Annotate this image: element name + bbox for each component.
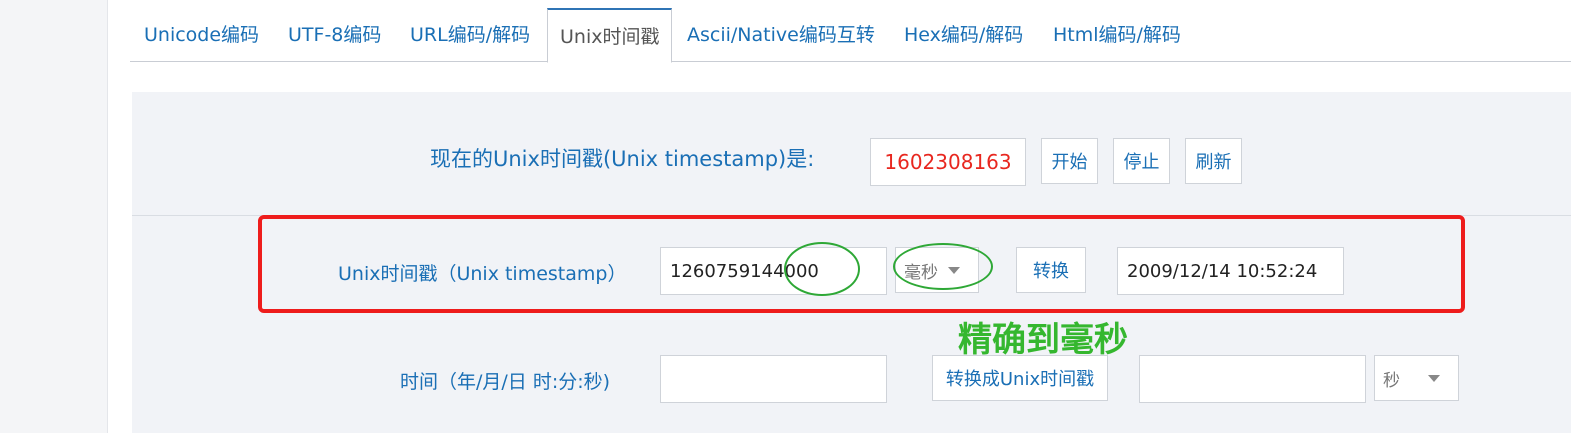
date-input[interactable] <box>660 355 887 403</box>
timestamp-unit-select[interactable]: 毫秒 <box>895 247 979 293</box>
tab-unicode[interactable]: Unicode编码 <box>136 8 267 62</box>
result-unit-value: 秒 <box>1383 370 1400 391</box>
chevron-down-icon <box>948 267 960 274</box>
tab-utf8[interactable]: UTF-8编码 <box>280 8 389 62</box>
date-input-label: 时间（年/月/日 时:分:秒) <box>400 371 611 393</box>
tab-url[interactable]: URL编码/解码 <box>402 8 538 62</box>
tab-bar: Unicode编码 UTF-8编码 URL编码/解码 Unix时间戳 Ascii… <box>130 8 1571 63</box>
timestamp-input[interactable]: 1260759144000 <box>660 247 887 295</box>
refresh-button[interactable]: 刷新 <box>1185 138 1242 184</box>
current-timestamp-value: 1602308163 <box>870 138 1026 186</box>
timestamp-result-field[interactable] <box>1139 355 1366 403</box>
tab-hex[interactable]: Hex编码/解码 <box>896 8 1031 62</box>
tab-ascii-native[interactable]: Ascii/Native编码互转 <box>679 8 883 62</box>
annotation-text: 精确到毫秒 <box>958 320 1128 360</box>
result-unit-select[interactable]: 秒 <box>1374 355 1459 401</box>
chevron-down-icon <box>1428 375 1440 382</box>
timestamp-input-label: Unix时间戳（Unix timestamp） <box>338 263 627 285</box>
tab-html[interactable]: Html编码/解码 <box>1045 8 1189 62</box>
section-divider <box>132 215 1571 216</box>
timestamp-unit-value: 毫秒 <box>904 262 938 283</box>
stop-button[interactable]: 停止 <box>1113 138 1170 184</box>
convert-to-timestamp-button[interactable]: 转换成Unix时间戳 <box>932 355 1108 401</box>
current-timestamp-label: 现在的Unix时间戳(Unix timestamp)是: <box>430 147 815 171</box>
date-result-field[interactable]: 2009/12/14 10:52:24 <box>1117 247 1344 295</box>
start-button[interactable]: 开始 <box>1041 138 1098 184</box>
left-gutter <box>0 0 108 433</box>
tab-unix-timestamp[interactable]: Unix时间戳 <box>547 8 673 63</box>
convert-to-date-button[interactable]: 转换 <box>1016 247 1086 293</box>
